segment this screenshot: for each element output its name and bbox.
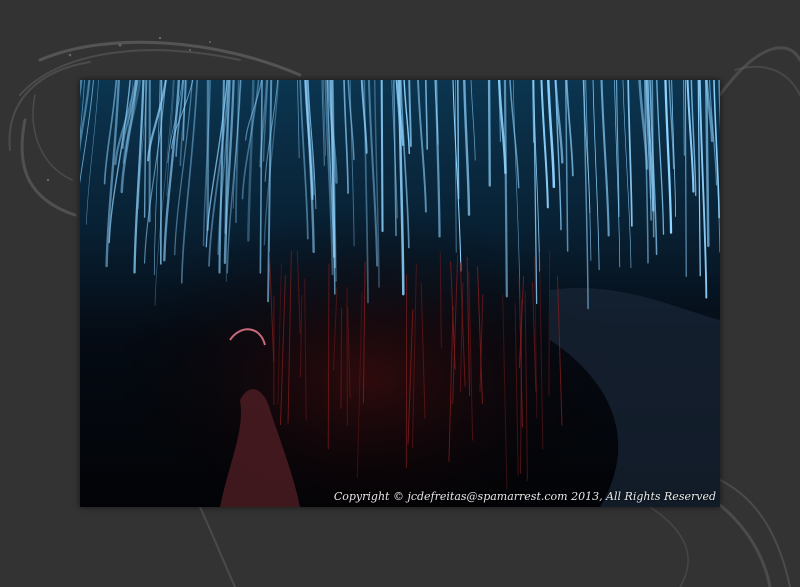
- light-streak: [487, 80, 491, 187]
- ice-abstract-image: [80, 80, 720, 507]
- red-fibre: [340, 307, 343, 409]
- light-streak: [457, 80, 460, 200]
- copyright-watermark: Copyright © jcdefreitas@spamarrest.com 2…: [333, 490, 716, 503]
- light-streak: [380, 80, 384, 233]
- photograph: Copyright © jcdefreitas@spamarrest.com 2…: [80, 80, 720, 507]
